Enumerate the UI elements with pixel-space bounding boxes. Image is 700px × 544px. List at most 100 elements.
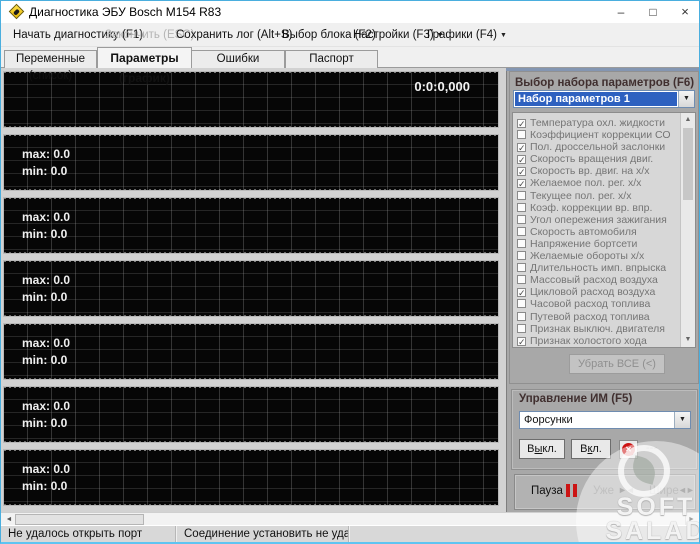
param-item[interactable]: Коэффициент коррекции СО (513, 125, 695, 141)
menu-label: Настройки (F3) (353, 29, 434, 41)
off-button-label: кл. (542, 443, 557, 455)
app-window: Диагностика ЭБУ Bosch M154 R83 – □ × Нач… (0, 0, 700, 544)
graph-min-label: min: 0.0 (22, 416, 68, 430)
tab-variables-list[interactable]: Переменные (список) (4, 50, 97, 82)
param-item[interactable]: Текущее пол. рег. х/х (513, 186, 695, 202)
graph-min-label: min: 0.0 (22, 227, 68, 241)
param-item[interactable]: Коэф. коррекции вр. впр. (513, 198, 695, 214)
param-item[interactable]: Часовой расход топлива (513, 294, 695, 310)
graph-panel: max: 0.0 min: 0.0 (3, 197, 499, 254)
scroll-left-icon[interactable]: ◄ (3, 514, 15, 525)
title-bar: Диагностика ЭБУ Bosch M154 R83 – □ × (1, 1, 699, 23)
combobox-dropdown-icon[interactable]: ▼ (674, 412, 690, 428)
graph-max-label: max: 0.0 (22, 147, 71, 161)
param-item[interactable]: Путевой расход топлива (513, 307, 695, 323)
graph-min-label: min: 0.0 (22, 164, 68, 178)
param-item[interactable]: ✓ Признак холостого хода (513, 331, 695, 347)
tab-errors[interactable]: Ошибки (191, 50, 285, 68)
menu-label: Графики (F4) (427, 29, 497, 41)
param-item[interactable]: ✓ Пол. дроссельной заслонки (513, 137, 695, 153)
param-item[interactable]: ✓ Желаемое пол. рег. х/х (513, 173, 695, 189)
tab-bar: Переменные (список) Параметры (график) О… (1, 47, 699, 85)
clear-all-button[interactable]: Убрать ВСЕ (<) (569, 354, 665, 374)
param-item[interactable]: ✓ Цикловой расход воздуха (513, 282, 695, 298)
wider-button[interactable]: Шире (649, 485, 679, 497)
tab-passport[interactable]: Паспорт (285, 50, 378, 68)
app-icon (8, 3, 25, 20)
right-panel: Выбор набора параметров (F6) Набор парам… (506, 71, 699, 512)
scroll-down-icon[interactable]: ▼ (681, 333, 695, 347)
pause-icon[interactable] (566, 484, 578, 497)
menu-bar: Начать диагностику (F1) Закончить (ESC) … (1, 23, 699, 47)
status-connection-message: Соединение установить не удалось (177, 526, 349, 542)
actuator-control-header: Управление ИМ (F5) (519, 393, 633, 405)
param-item[interactable]: Желаемые обороты х/х (513, 246, 695, 262)
actuator-control-group: Управление ИМ (F5) Форсунки ▼ Выкл. Вкл.… (511, 389, 698, 470)
parameter-set-combobox[interactable]: Набор параметров 1 ▼ (513, 90, 695, 108)
parameter-checkbox-list[interactable]: ✓ Температура охл. жидкости Коэффициент к… (512, 112, 696, 348)
menu-charts[interactable]: Графики (F4) ▼ (427, 23, 507, 47)
combobox-selected-value: Форсунки (524, 414, 573, 426)
graph-max-label: max: 0.0 (22, 210, 71, 224)
off-button-label: В (527, 443, 535, 455)
time-graph-panel: 0:0:0,000 (3, 71, 499, 128)
param-item-label: Признак обогащ. по мощности (530, 347, 679, 348)
param-item[interactable]: ✓ Скорость вр. двиг. на х/х (513, 161, 695, 177)
graph-panel: max: 0.0 min: 0.0 (3, 449, 499, 506)
transport-group: Пауза Уже ►◄ Шире ◄► (514, 474, 696, 510)
graph-panel: max: 0.0 min: 0.0 (3, 323, 499, 380)
wider-arrows-icon[interactable]: ◄► (678, 485, 695, 495)
graph-max-label: max: 0.0 (22, 462, 71, 476)
scrollbar-thumb[interactable] (683, 128, 693, 200)
narrower-button[interactable]: Уже (593, 485, 614, 497)
status-port-message: Не удалось открыть порт (1, 526, 176, 542)
off-button[interactable]: Выкл. (519, 439, 565, 459)
on-button-label: л. (592, 443, 602, 455)
graph-panel: max: 0.0 min: 0.0 (3, 386, 499, 443)
graph-min-label: min: 0.0 (22, 479, 68, 493)
horizontal-scrollbar[interactable]: ◄ ► (1, 512, 699, 525)
status-bar: Не удалось открыть порт Соединение устан… (1, 525, 699, 542)
graph-area: 0:0:0,000 max: 0.0 min: 0.0 max: 0.0 min… (1, 68, 506, 512)
menu-label: Сохранить лог (Alt+S) (176, 29, 293, 41)
chevron-down-icon: ▼ (500, 32, 507, 39)
elapsed-time-label: 0:0:0,000 (414, 79, 470, 94)
list-scrollbar[interactable]: ▲ ▼ (680, 113, 695, 347)
param-item[interactable]: Угол опережения зажигания (513, 210, 695, 226)
on-button[interactable]: Вкл. (571, 439, 611, 459)
tab-parameters-graph[interactable]: Параметры (график) (97, 47, 192, 85)
window-title: Диагностика ЭБУ Bosch M154 R83 (29, 5, 222, 19)
param-item[interactable]: ✓ Скорость вращения двиг. (513, 149, 695, 165)
param-item[interactable]: Признак выключ. двигателя (513, 319, 695, 335)
menu-save-log[interactable]: Сохранить лог (Alt+S) (176, 23, 292, 47)
scroll-up-icon[interactable]: ▲ (681, 113, 695, 127)
param-item[interactable]: Массовый расход воздуха (513, 270, 695, 286)
combobox-selected-value: Набор параметров 1 (515, 92, 677, 106)
scroll-right-icon[interactable]: ► (685, 514, 697, 525)
scrollbar-thumb[interactable] (15, 514, 144, 525)
maximize-button[interactable]: □ (637, 1, 669, 23)
param-item[interactable]: ✓Признак обогащ. по мощности (513, 343, 695, 348)
param-item[interactable]: Напряжение бортсети (513, 234, 695, 250)
param-item[interactable]: Длительность имп. впрыска (513, 258, 695, 274)
graph-min-label: min: 0.0 (22, 353, 68, 367)
actuator-status-dashes: --- (646, 442, 657, 454)
graph-max-label: max: 0.0 (22, 336, 71, 350)
param-item[interactable]: Скорость автомобиля (513, 222, 695, 238)
stop-button[interactable]: ✕ (619, 440, 638, 459)
param-item[interactable]: ✓ Температура охл. жидкости (513, 113, 695, 129)
parameter-set-header: Выбор набора параметров (F6) (515, 77, 695, 89)
graph-max-label: max: 0.0 (22, 399, 71, 413)
actuator-combobox[interactable]: Форсунки ▼ (519, 411, 691, 429)
close-button[interactable]: × (669, 1, 699, 23)
graph-panel: max: 0.0 min: 0.0 (3, 134, 499, 191)
combobox-dropdown-icon[interactable]: ▼ (678, 91, 694, 107)
narrower-arrows-icon[interactable]: ►◄ (618, 485, 635, 495)
graph-panel: max: 0.0 min: 0.0 (3, 260, 499, 317)
minimize-button[interactable]: – (605, 1, 637, 23)
graph-min-label: min: 0.0 (22, 290, 68, 304)
stop-icon: ✕ (622, 443, 635, 456)
graph-max-label: max: 0.0 (22, 273, 71, 287)
status-empty-cell (350, 526, 699, 542)
pause-button[interactable]: Пауза (531, 485, 563, 497)
